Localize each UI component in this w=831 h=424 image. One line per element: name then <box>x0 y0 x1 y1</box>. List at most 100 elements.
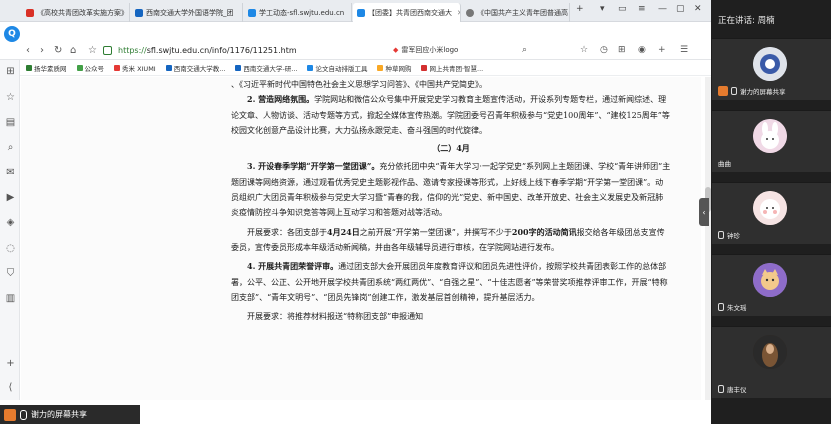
chat-icon[interactable]: ◌ <box>5 243 16 254</box>
star-icon[interactable]: ☆ <box>88 45 97 56</box>
speaking-indicator: 正在讲话: 周楠 <box>718 16 775 26</box>
browser-tab[interactable]: 学工动态-sfl.swjtu.edu.cn <box>244 3 352 22</box>
collapse-handle-icon[interactable]: ‹ <box>699 198 709 226</box>
avatar <box>753 47 787 81</box>
search-box[interactable]: ◆ 雷军回应小米logo <box>393 42 513 57</box>
new-tab-icon[interactable]: + <box>576 4 584 14</box>
browser-sidebar: ⊞ ☆ ▤ ⌕ ✉ ▶ ◈ ◌ ⛉ ▥ + ⟨ <box>0 60 20 400</box>
paragraph: 3. 开设春季学期“开学第一堂团课”。充分依托团中央“青年大学习·一起学党史”系… <box>231 159 671 220</box>
sidebar-toggle-icon[interactable]: ▭ <box>618 4 627 14</box>
participant-tile[interactable]: 唐丰仪 <box>712 326 831 398</box>
games-icon[interactable]: ◈ <box>5 217 16 228</box>
requirement-highlight: 200字的活动简讯 <box>511 226 577 237</box>
mic-icon <box>718 385 724 393</box>
mic-icon <box>20 409 27 420</box>
screen-share-icon <box>718 86 728 96</box>
profile-icon[interactable]: ◉ <box>638 45 646 55</box>
requirement-text: 开展要求：各团支部于 <box>247 227 327 237</box>
more-icon[interactable]: ☰ <box>680 45 688 55</box>
paragraph: 开展要求：将推荐材料报送“特称团支部”申报通知 <box>247 312 424 322</box>
avatar <box>753 335 787 369</box>
participant-label: 曲曲 <box>718 158 731 168</box>
tab-favicon-icon <box>357 8 365 17</box>
menu-icon[interactable]: ≡ <box>638 4 646 14</box>
grid-icon[interactable]: ⊞ <box>5 66 16 77</box>
bookmark-item[interactable]: 秀米 XIUMI <box>114 63 156 73</box>
book-icon[interactable]: ▥ <box>5 293 16 304</box>
mic-icon <box>718 231 724 239</box>
cart-icon[interactable]: ⛉ <box>5 268 16 279</box>
browser-tab[interactable]: 《中国共产主义青年团普通高 <box>462 3 570 22</box>
hot-icon: ◆ <box>393 45 399 54</box>
tab-favicon-icon <box>248 8 256 17</box>
reader-icon[interactable]: ▤ <box>5 117 16 128</box>
browser-tab[interactable]: 西南交通大学外国语学院_团 <box>131 3 243 22</box>
home-icon[interactable]: ⌂ <box>70 45 76 56</box>
forward-icon[interactable]: › <box>40 45 44 56</box>
share-label: 谢力的屏幕共享 <box>31 410 87 419</box>
participant-label: 朱文瑶 <box>718 302 747 312</box>
paragraph-heading: 2. 营造网络氛围。 <box>247 94 315 105</box>
participant-tile[interactable]: 曲曲 <box>712 110 831 172</box>
search-suggestion: 雷军回应小米logo <box>401 45 459 54</box>
text-line: 、《习近平新时代中国特色社会主义思想学习问答》、《中国共产党简史》。 <box>231 80 487 89</box>
maximize-icon[interactable]: ▢ <box>676 4 685 14</box>
video-icon[interactable]: ▶ <box>5 192 16 203</box>
bookmarks-bar: 扬华素质网 公众号 秀米 XIUMI 西南交通大学教... 西南交通大学-研..… <box>20 60 711 76</box>
bookmark-item[interactable]: 西南交通大学教... <box>165 63 225 73</box>
tab-label: 西南交通大学外国语学院_团 <box>146 8 234 17</box>
requirement-text: 之前开展“开学第一堂团课”，并撰写不少于 <box>359 227 512 237</box>
search-sidebar-icon[interactable]: ⌕ <box>5 142 16 153</box>
tab-favicon-icon <box>135 8 143 17</box>
history-icon[interactable]: ◷ <box>600 45 608 55</box>
bookmark-add-icon[interactable]: ☆ <box>580 45 588 55</box>
close-tab-icon[interactable]: ✕ <box>457 9 460 17</box>
participant-tile[interactable]: 钟珍 <box>712 182 831 244</box>
bookmark-item[interactable]: 西南交通大学-研... <box>235 63 297 73</box>
back-icon[interactable]: ‹ <box>26 45 30 56</box>
participant-label: 钟珍 <box>718 230 740 240</box>
participant-name: 钟珍 <box>727 232 740 240</box>
bookmark-item[interactable]: 种草网购 <box>377 63 411 73</box>
paragraph: 开展要求：各团支部于4月24日之前开展“开学第一堂团课”，并撰写不少于200字的… <box>231 225 671 256</box>
paragraph: 4. 开展共青团荣誉评审。通过团支部大会开展团员年度教育评议和团员先进性评价，按… <box>231 259 671 305</box>
paragraph-heading: 4. 开展共青团荣誉评审。 <box>247 261 339 272</box>
tab-strip: 《高校共青团改革实施方案》 西南交通大学外国语学院_团 学工动态-sfl.swj… <box>0 0 711 22</box>
document-body: 、《习近平新时代中国特色社会主义思想学习问答》、《中国共产党简史》。 2. 营造… <box>231 77 671 324</box>
tab-favicon-icon <box>26 8 34 17</box>
browser-logo-icon[interactable]: Q <box>4 26 20 42</box>
deadline-text: 4月24日 <box>327 226 360 237</box>
mail-icon[interactable]: ✉ <box>5 167 16 178</box>
participant-name: 曲曲 <box>718 160 731 168</box>
bookmark-item[interactable]: 扬华素质网 <box>26 63 67 73</box>
url-text: sfl.swjtu.edu.cn/info/1176/11251.htm <box>146 45 297 55</box>
minimize-icon[interactable]: — <box>658 4 667 14</box>
address-toolbar: Q ‹ › ↻ ⌂ ☆ https:// sfl.swjtu.edu.cn/in… <box>0 22 711 60</box>
paragraph: 2. 营造网络氛围。学院网站和微信公众号集中开展党史学习教育主题宣传活动，开设系… <box>231 92 671 138</box>
screen: 《高校共青团改革实施方案》 西南交通大学外国语学院_团 学工动态-sfl.swj… <box>0 0 831 424</box>
presenter-avatar <box>4 408 16 421</box>
participant-tile[interactable]: 谢力的屏幕共享 <box>712 38 831 100</box>
tab-label: 《高校共青团改革实施方案》 <box>37 8 128 17</box>
avatar <box>753 263 787 297</box>
tab-list-icon[interactable]: ▾ <box>600 4 605 14</box>
browser-tab[interactable]: 《高校共青团改革实施方案》 <box>22 3 130 22</box>
add-sidebar-icon[interactable]: + <box>5 358 16 369</box>
bookmark-item[interactable]: 论文自动排版工具 <box>307 63 367 73</box>
page-content: 、《习近平新时代中国特色社会主义思想学习问答》、《中国共产党简史》。 2. 营造… <box>21 77 701 400</box>
participant-name: 朱文瑶 <box>727 304 747 312</box>
tab-label: 《中国共产主义青年团普通高 <box>477 8 568 17</box>
browser-tab-active[interactable]: 【团委】共青团西南交通大 ✕ <box>353 3 461 22</box>
extensions-icon[interactable]: ⊞ <box>618 45 626 55</box>
close-window-icon[interactable]: ✕ <box>694 4 702 14</box>
search-icon[interactable]: ⌕ <box>522 45 527 55</box>
new-tab-plus-icon[interactable]: + <box>658 45 666 55</box>
collapse-icon[interactable]: ⟨ <box>5 382 16 393</box>
participant-tile[interactable]: 朱文瑶 <box>712 254 831 316</box>
refresh-icon[interactable]: ↻ <box>54 45 62 56</box>
favorites-icon[interactable]: ☆ <box>5 92 16 103</box>
bookmark-item[interactable]: 网上共青团·智慧... <box>421 63 483 73</box>
tab-favicon-icon <box>466 8 474 17</box>
bookmark-item[interactable]: 公众号 <box>76 63 104 73</box>
section-subheading: （二）4月 <box>432 143 470 154</box>
